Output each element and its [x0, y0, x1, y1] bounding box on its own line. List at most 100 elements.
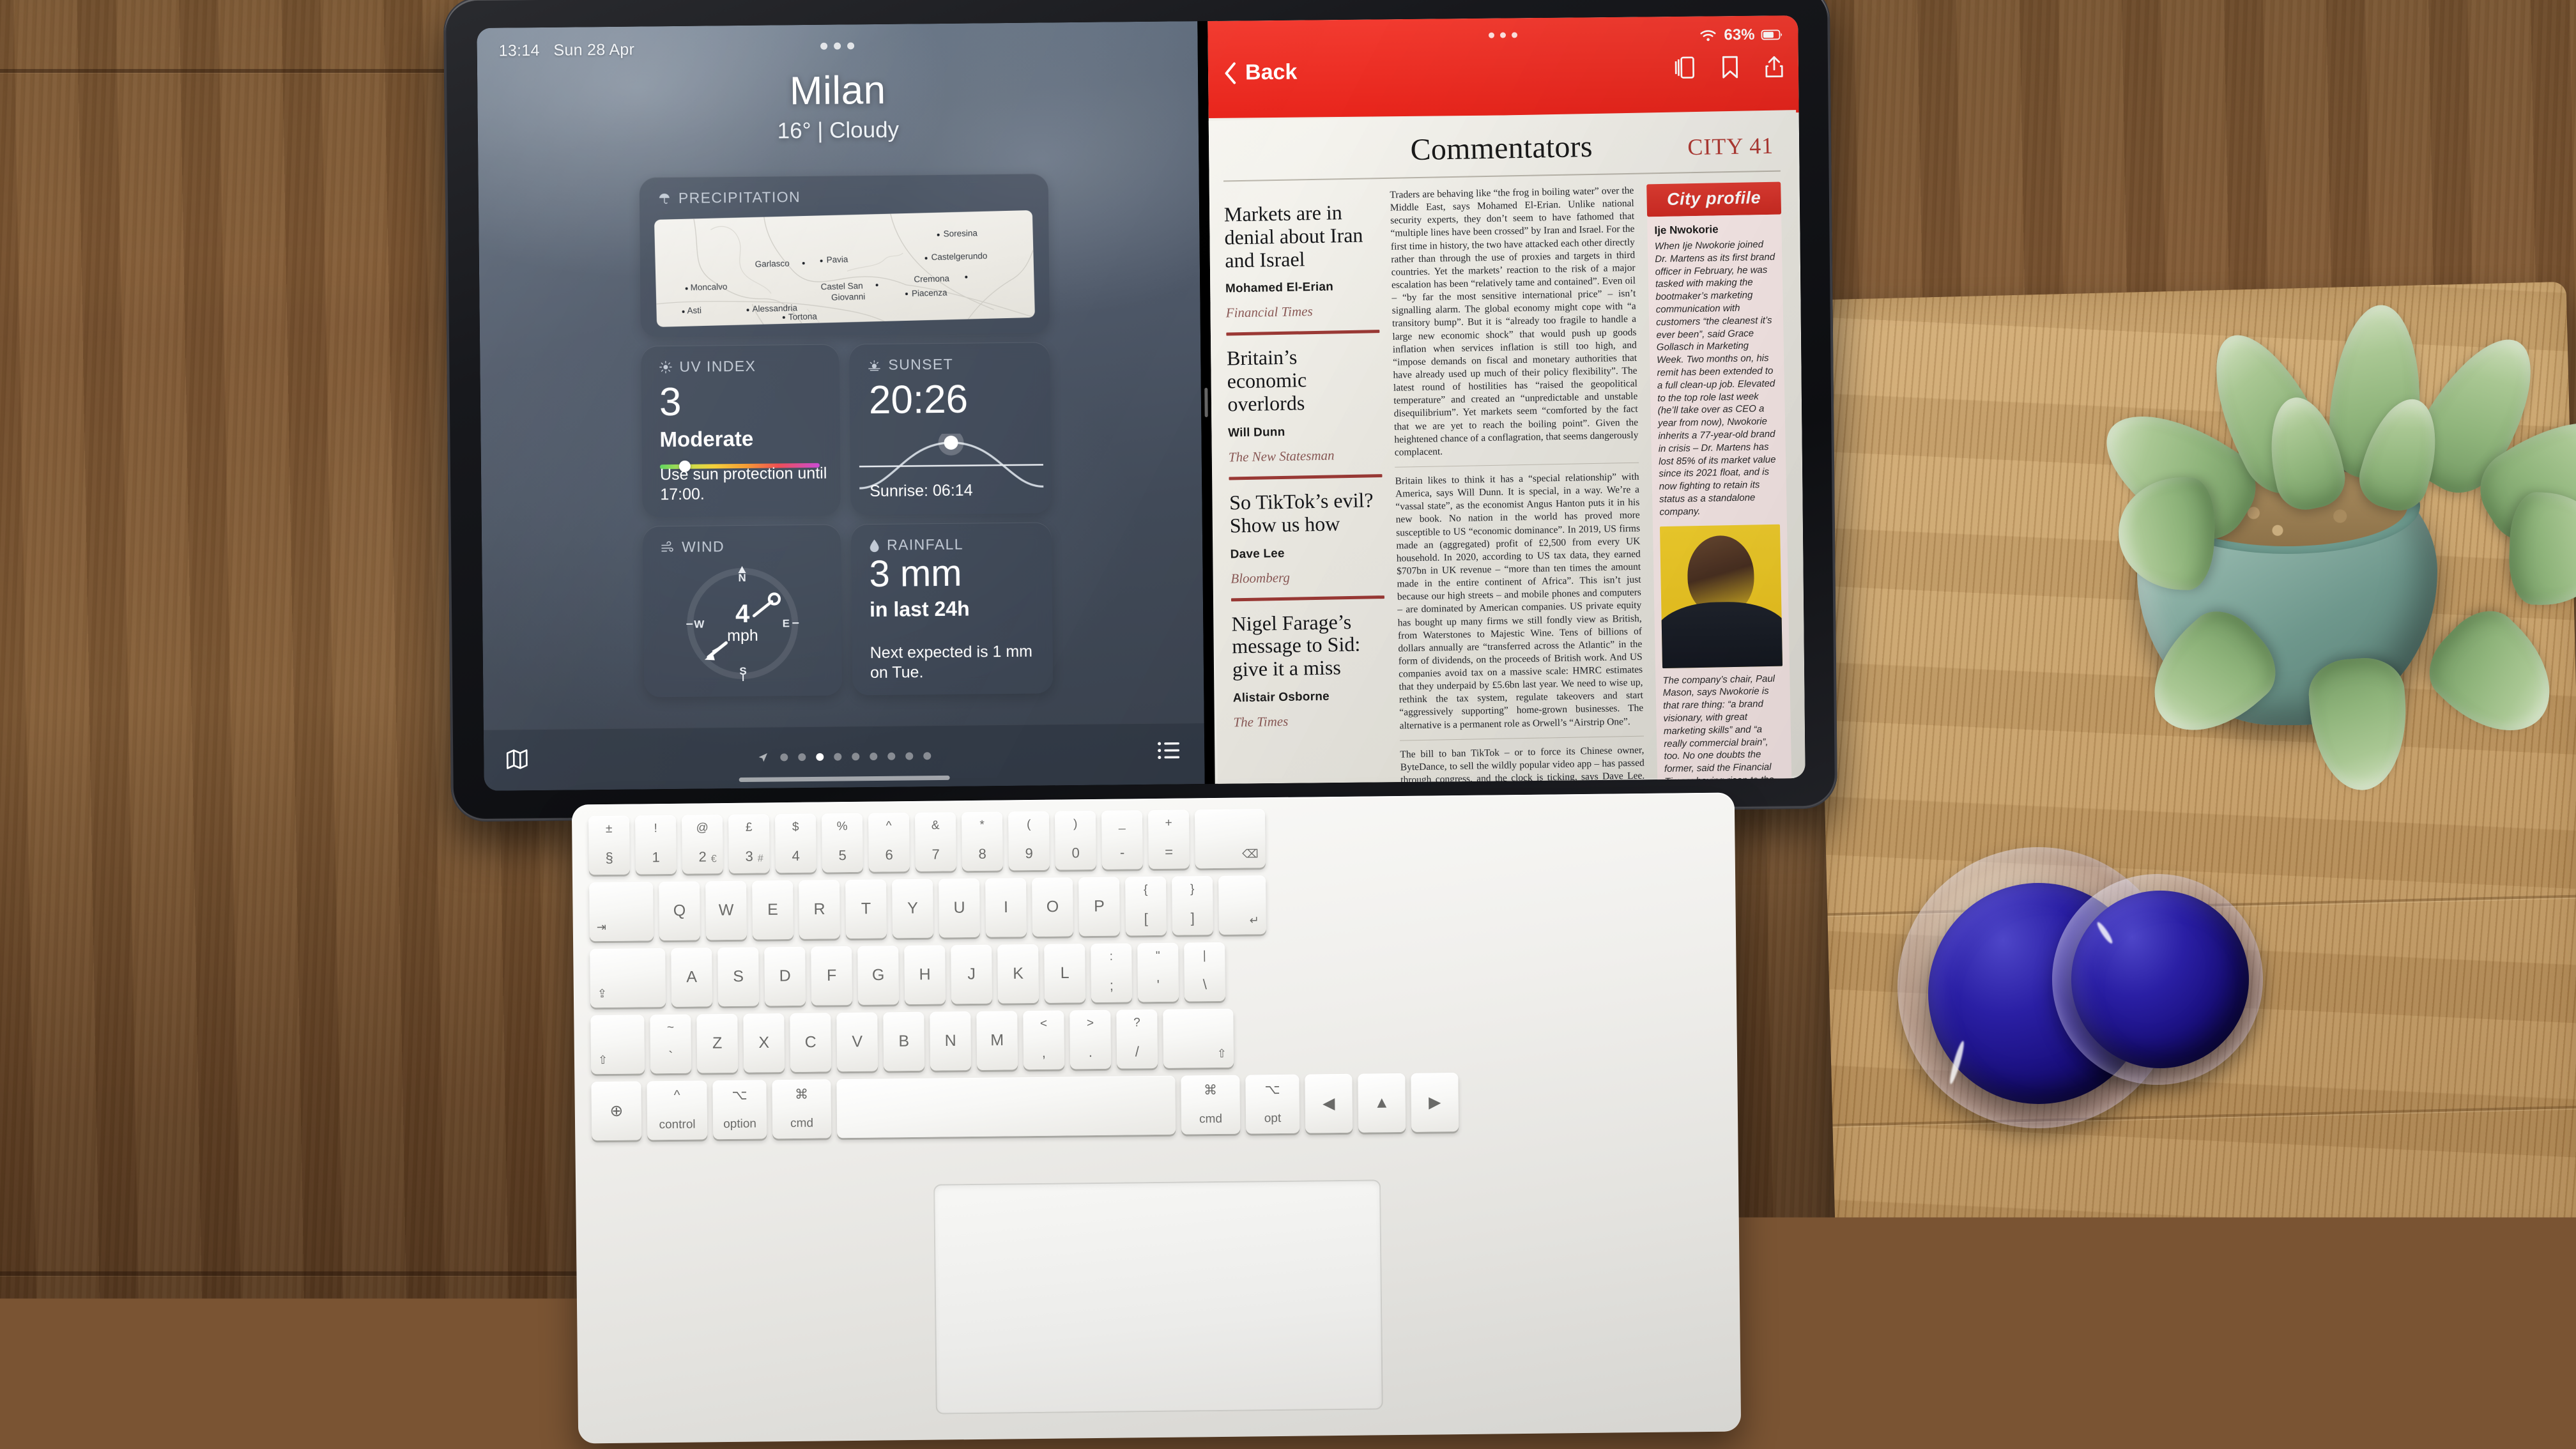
key-t[interactable]: T — [845, 879, 887, 939]
back-button[interactable]: Back — [1223, 60, 1298, 86]
magic-keyboard[interactable]: § ±1! 2 @ €3 £ #4 $5% 6 ^ 7 & 8 * 9(0) - _ = + ⌫ ⇥ Q W E R T Y U I O P… — [572, 792, 1741, 1443]
key-b[interactable]: B — [883, 1012, 924, 1071]
key-0[interactable]: 0) — [1055, 811, 1096, 870]
key-\[interactable]: \ | — [1184, 942, 1225, 1002]
command-right-key[interactable]: ⌘ cmd — [1181, 1075, 1240, 1135]
key-j[interactable]: J — [951, 945, 992, 1004]
weather-page-dot[interactable] — [887, 753, 895, 760]
tab-key[interactable]: ⇥ — [589, 882, 654, 941]
key-s[interactable]: S — [717, 947, 759, 1007]
key-a[interactable]: A — [671, 947, 712, 1007]
weather-app-pane[interactable]: 13:14 Sun 28 Apr Milan 16° | Cloudy PREC… — [477, 21, 1204, 791]
weather-page-dot[interactable] — [852, 753, 859, 760]
key-n[interactable]: N — [930, 1011, 971, 1071]
key-w[interactable]: W — [705, 881, 747, 940]
key-'[interactable]: ' " — [1137, 943, 1179, 1002]
option-right-key[interactable]: ⌥ opt — [1245, 1075, 1300, 1134]
key-`[interactable]: ` ~ — [650, 1015, 691, 1074]
key-7[interactable]: 7 & — [915, 812, 956, 871]
rainfall-card[interactable]: RAINFALL 3 mm in last 24h Next expected … — [851, 522, 1054, 695]
command-left-key[interactable]: ⌘ cmd — [772, 1079, 831, 1138]
key-q[interactable]: Q — [659, 881, 700, 940]
weather-page-dot[interactable] — [816, 753, 824, 761]
control-key[interactable]: ^ control — [647, 1080, 707, 1140]
uv-index-card[interactable]: UV INDEX 3 Moderate Use sun protection u… — [641, 344, 841, 518]
key-d[interactable]: D — [764, 947, 806, 1006]
key-r[interactable]: R — [799, 880, 840, 939]
pages-icon[interactable] — [1673, 55, 1696, 80]
return-key[interactable]: ↵ — [1218, 875, 1266, 935]
key-4[interactable]: 4 $ — [775, 814, 816, 873]
article-headline-block[interactable]: Britain’s economic overlords Will Dunn The… — [1226, 319, 1382, 466]
key-v[interactable]: V — [836, 1013, 878, 1072]
key-[[interactable]: [{ — [1125, 877, 1167, 936]
bookmark-icon[interactable] — [1721, 54, 1740, 80]
map-icon[interactable] — [504, 746, 530, 775]
key-m[interactable]: M — [976, 1011, 1018, 1070]
key-,[interactable]: , < — [1023, 1011, 1064, 1070]
weather-page-dot[interactable] — [905, 752, 913, 760]
weather-page-dot[interactable] — [798, 753, 806, 761]
multitask-grabber-weather[interactable] — [820, 42, 854, 50]
key-o[interactable]: O — [1032, 877, 1073, 937]
key-h[interactable]: H — [904, 945, 946, 1004]
option-left-key[interactable]: ⌥ option — [712, 1080, 767, 1139]
key-k[interactable]: K — [997, 944, 1039, 1004]
key-p[interactable]: P — [1078, 877, 1120, 937]
key-e[interactable]: E — [752, 880, 793, 940]
key-z[interactable]: Z — [696, 1014, 738, 1073]
precipitation-card[interactable]: PRECIPITATION Soresina Castelgerundo Cre… — [640, 173, 1050, 337]
key-1[interactable]: 1! — [635, 815, 677, 875]
key-c[interactable]: C — [790, 1013, 831, 1072]
arrow-right-key[interactable]: ▶ — [1411, 1073, 1459, 1132]
key-§[interactable]: § ± — [588, 816, 630, 875]
shift-right-key[interactable]: ⇧ — [1163, 1009, 1234, 1068]
article-headline-block[interactable]: Markets are in denial about Iran and Isr… — [1223, 189, 1379, 321]
home-indicator[interactable] — [739, 776, 950, 782]
precipitation-map[interactable]: Soresina Castelgerundo Cremona Piacenza Pavi… — [654, 210, 1035, 327]
list-icon[interactable] — [1157, 740, 1181, 763]
space-key[interactable] — [836, 1076, 1176, 1138]
key-6[interactable]: 6 ^ — [868, 813, 910, 872]
weather-page-dot[interactable] — [834, 753, 841, 761]
key-u[interactable]: U — [939, 878, 980, 938]
arrow-up-key[interactable]: ▲ — [1358, 1073, 1406, 1133]
shift-left-key[interactable]: ⇧ — [590, 1015, 645, 1074]
key-;[interactable]: ;: — [1091, 943, 1132, 1002]
location-arrow-icon[interactable] — [757, 752, 769, 763]
share-icon[interactable] — [1764, 54, 1784, 79]
key-f[interactable]: F — [811, 946, 852, 1006]
keyboard-key-deck[interactable]: § ±1! 2 @ €3 £ #4 $5% 6 ^ 7 & 8 * 9(0) - _ = + ⌫ ⇥ Q W E R T Y U I O P… — [588, 804, 1721, 1148]
weather-page-dot[interactable] — [923, 752, 931, 760]
key-x[interactable]: X — [743, 1013, 785, 1073]
key-2[interactable]: 2 @ € — [682, 815, 723, 874]
news-app-pane[interactable]: 63% Back Commentators CITY 41 Markets ar… — [1208, 15, 1805, 784]
delete-key[interactable]: ⌫ — [1195, 809, 1266, 868]
article-headline-block[interactable]: So TikTok’s evil? Show us how Dave Lee Blo… — [1229, 463, 1384, 586]
trackpad[interactable] — [933, 1179, 1383, 1414]
key-/[interactable]: /? — [1116, 1009, 1158, 1069]
key-g[interactable]: G — [857, 946, 899, 1005]
key-i[interactable]: I — [985, 878, 1027, 937]
globe-key[interactable]: ⊕ — [591, 1081, 641, 1140]
article-headline-block[interactable]: Nigel Farage’s message to Sid: give it a… — [1231, 584, 1387, 731]
newspaper-page[interactable]: Commentators CITY 41 Markets are in deni… — [1208, 110, 1805, 784]
key-8[interactable]: 8 * — [962, 811, 1003, 871]
caps-lock-key[interactable]: ⇪ — [590, 948, 666, 1008]
weather-page-dot[interactable] — [780, 753, 788, 761]
key-.[interactable]: . > — [1070, 1010, 1111, 1070]
key--[interactable]: - _ — [1101, 810, 1143, 870]
key-l[interactable]: L — [1044, 944, 1085, 1003]
sunset-card[interactable]: SUNSET 20:26 Sunrise: 06:14 — [849, 342, 1052, 515]
key-9[interactable]: 9( — [1008, 811, 1050, 871]
key-3[interactable]: 3 £ # — [728, 814, 770, 873]
multitask-grabber-news[interactable] — [1489, 32, 1517, 38]
key-5[interactable]: 5% — [822, 813, 863, 873]
weather-page-dots[interactable] — [757, 750, 931, 763]
arrow-left-key[interactable]: ◀ — [1305, 1074, 1353, 1133]
key-y[interactable]: Y — [892, 879, 933, 939]
wind-card[interactable]: WIND N E S W 4 mph — [643, 525, 843, 698]
key-=[interactable]: = + — [1148, 809, 1190, 869]
key-][interactable]: ]} — [1172, 876, 1213, 935]
splitview-divider-handle[interactable] — [1204, 388, 1208, 417]
